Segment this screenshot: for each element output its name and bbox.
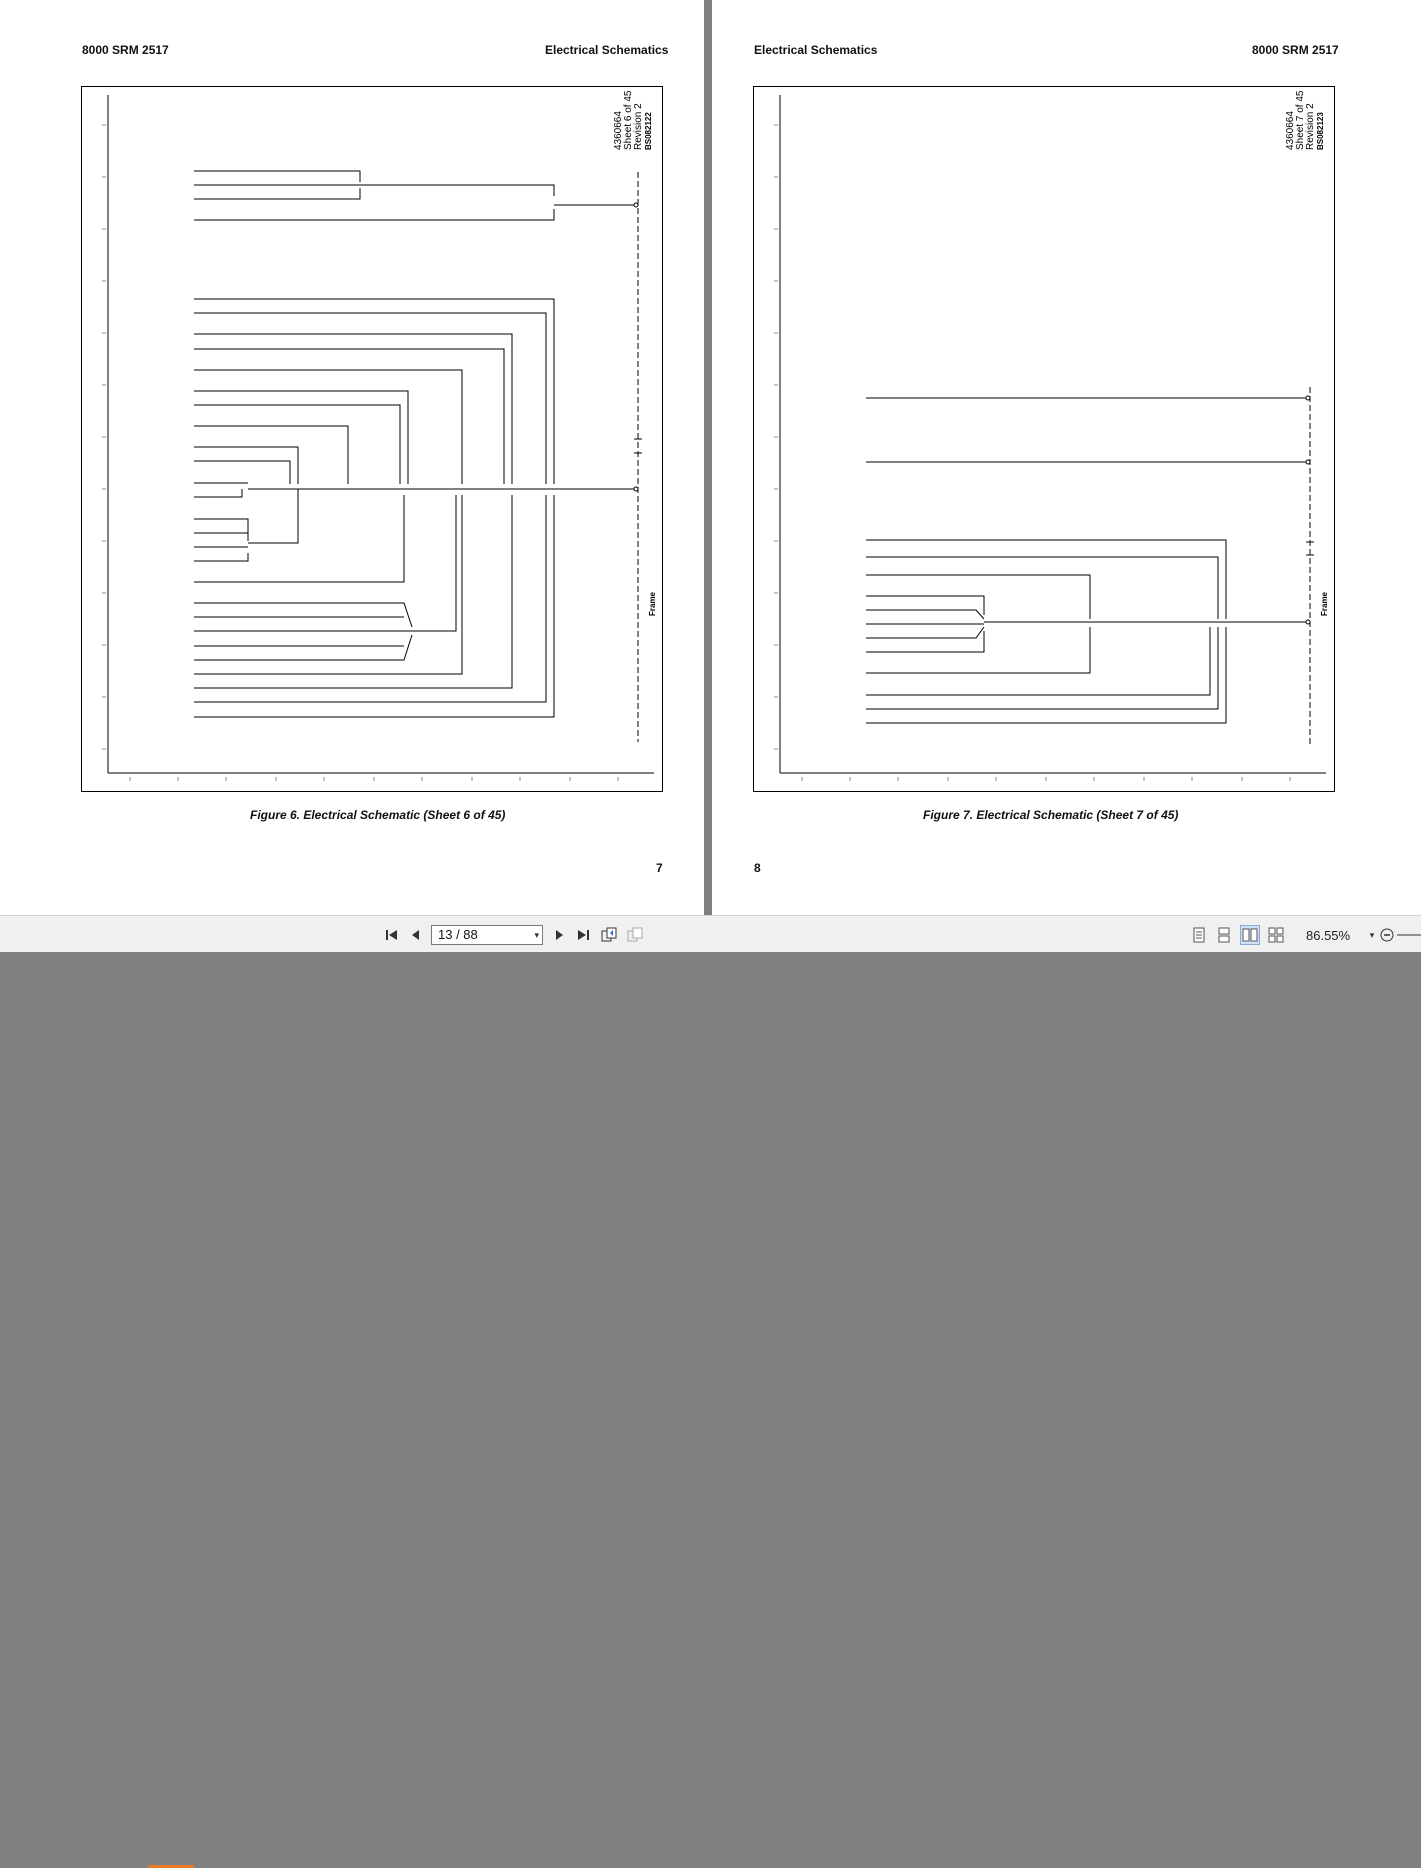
page-number-value: 13 / 88 [438, 927, 478, 942]
schematic-frame [81, 86, 663, 792]
page-number: 7 [656, 861, 663, 875]
revision: Revision 2 [1305, 103, 1316, 150]
document-page-left: 8000 SRM 2517 Electrical Schematics 4360… [0, 0, 704, 915]
revision: Revision 2 [633, 103, 644, 150]
zoom-slider[interactable] [1397, 925, 1421, 945]
doc-id: BS082122 [644, 112, 653, 150]
header-right: 8000 SRM 2517 [1252, 43, 1339, 57]
chevron-down-icon[interactable]: ▾ [534, 926, 539, 944]
page-number: 8 [754, 861, 761, 875]
zoom-out-icon[interactable] [1377, 925, 1397, 945]
sheet-info-block: 4360664 Sheet 7 of 45 Revision 2 BS08212… [1285, 91, 1326, 151]
header-left: 8000 SRM 2517 [82, 43, 169, 57]
figure-caption: Figure 7. Electrical Schematic (Sheet 7 … [923, 808, 1179, 822]
header-right: Electrical Schematics [545, 43, 669, 57]
previous-page-icon[interactable] [406, 925, 426, 945]
next-view-icon[interactable] [625, 925, 645, 945]
schematic-frame [753, 86, 1335, 792]
facing-view-icon[interactable] [1240, 925, 1260, 945]
frame-label: Frame [1320, 591, 1329, 616]
viewer-toolbar: 13 / 88 ▾ 86.55% ▾ [0, 915, 1421, 1868]
wiring-diagram [774, 95, 1326, 781]
doc-id: BS082123 [1316, 112, 1325, 150]
continuous-view-icon[interactable] [1214, 925, 1234, 945]
single-page-view-icon[interactable] [1189, 925, 1209, 945]
first-page-icon[interactable] [382, 925, 402, 945]
page-number-field[interactable]: 13 / 88 ▾ [431, 925, 543, 945]
continuous-facing-view-icon[interactable] [1266, 925, 1286, 945]
sheet-info-block: 4360664 Sheet 6 of 45 Revision 2 BS08212… [613, 91, 654, 151]
header-left: Electrical Schematics [754, 43, 878, 57]
document-page-right: Electrical Schematics 8000 SRM 2517 4360… [712, 0, 1421, 915]
zoom-level[interactable]: 86.55% [1306, 928, 1350, 943]
frame-label: Frame [648, 591, 657, 616]
previous-view-icon[interactable] [599, 925, 619, 945]
wiring-diagram [102, 95, 654, 781]
next-page-icon[interactable] [549, 925, 569, 945]
figure-caption: Figure 6. Electrical Schematic (Sheet 6 … [250, 808, 506, 822]
last-page-icon[interactable] [573, 925, 593, 945]
